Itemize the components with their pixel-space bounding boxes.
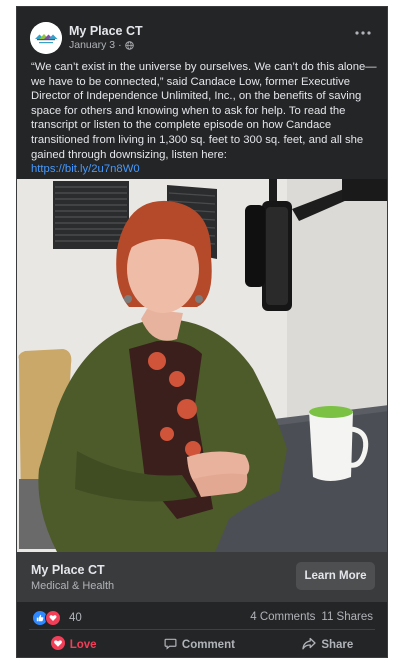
link-preview-title: My Place CT	[31, 563, 105, 577]
love-icon	[45, 610, 61, 626]
meta-separator: ·	[118, 39, 122, 51]
more-options-button[interactable]	[353, 25, 373, 41]
comment-button[interactable]: Comment	[154, 634, 245, 656]
post-body: “We can’t exist in the universe by ourse…	[31, 61, 377, 161]
stats-right: 4 Comments 11 Shares	[250, 611, 373, 623]
comment-icon	[164, 637, 177, 653]
reactions-summary[interactable]: 40	[32, 610, 82, 626]
more-horizontal-icon	[355, 31, 371, 35]
globe-icon	[124, 40, 134, 50]
love-button[interactable]: Love	[41, 633, 107, 656]
post-header: My Place CT January 3 ·	[17, 7, 387, 63]
post-photo[interactable]	[17, 179, 388, 552]
link-preview-subtitle: Medical & Health	[31, 580, 115, 592]
post-card: My Place CT January 3 · “We can’t exist …	[16, 6, 388, 658]
share-label: Share	[321, 638, 354, 651]
my-place-logo	[30, 22, 62, 54]
engagement-stats: 40 4 Comments 11 Shares	[17, 602, 387, 632]
post-text: “We can’t exist in the universe by ourse…	[31, 60, 377, 177]
comment-label: Comment	[181, 638, 235, 651]
share-button[interactable]: Share	[292, 634, 363, 656]
post-actions: Love Comment Share	[17, 630, 387, 657]
post-link[interactable]: https://bit.ly/2u7n8W0	[31, 162, 377, 177]
page-avatar[interactable]	[30, 22, 62, 54]
learn-more-button[interactable]: Learn More	[296, 562, 375, 590]
comments-count[interactable]: 4 Comments	[250, 611, 315, 623]
page-name[interactable]: My Place CT	[69, 24, 143, 38]
love-reaction-icon	[50, 636, 65, 653]
shares-count[interactable]: 11 Shares	[321, 611, 373, 623]
post-meta: January 3 ·	[69, 39, 134, 51]
post-date[interactable]: January 3	[69, 39, 115, 51]
love-label: Love	[69, 638, 97, 651]
reaction-count: 40	[69, 612, 82, 624]
link-preview[interactable]: My Place CT Medical & Health Learn More	[17, 552, 387, 602]
share-icon	[302, 637, 316, 653]
